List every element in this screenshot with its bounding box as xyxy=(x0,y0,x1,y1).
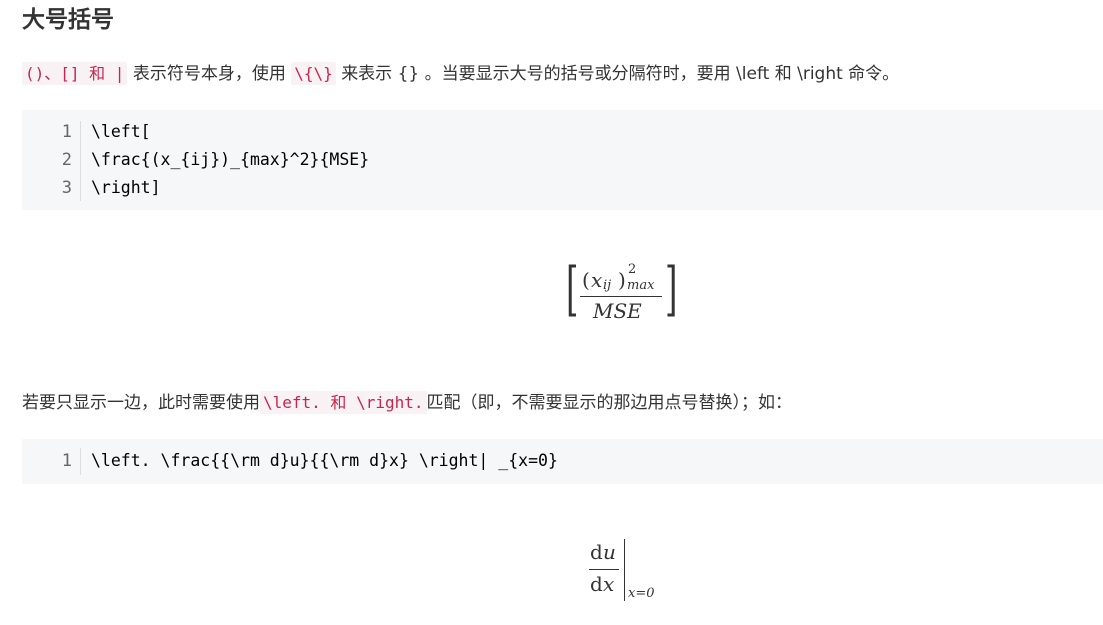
inline-code-braces: \{\} xyxy=(291,62,336,85)
numerator-subscript: max xyxy=(627,278,655,293)
line-number: 3 xyxy=(61,178,72,198)
code-block-brackets: 1 \left[ 2 \frac{(x_{ij})_{max}^2}{MSE} … xyxy=(22,110,1103,210)
numerator-variable-subscript: ij xyxy=(603,278,612,293)
numerator-variable: x xyxy=(591,268,603,292)
denominator-variable: x xyxy=(603,572,615,596)
rendered-formula-brackets: [ ( x ij ) 2 max MSE ] xyxy=(566,256,678,328)
numerator-d: d xyxy=(590,540,603,564)
code-text: \frac{(x_{ij})_{max}^2}{MSE} xyxy=(91,150,370,169)
numerator-left-paren: ( xyxy=(582,268,590,292)
left-square-bracket: [ xyxy=(566,255,579,323)
denominator-d: d xyxy=(590,572,603,596)
intro-paragraph: ()、[] 和 | 表示符号本身，使用 \{\} 来表示 {} 。当要显示大号的… xyxy=(22,61,899,87)
line-number-divider xyxy=(80,448,81,475)
evaluation-bar xyxy=(624,539,625,601)
paragraph-text: 匹配（即，不需要显示的那边用点号替换）；如： xyxy=(426,393,793,413)
one-side-paragraph: 若要只显示一边，此时需要使用 \left. 和 \right. 匹配（即，不需要显示… xyxy=(22,390,792,416)
paragraph-text: 若要只显示一边，此时需要使用 xyxy=(22,393,260,413)
fraction-bar xyxy=(589,569,619,570)
inline-code-left-right: \left. 和 \right. xyxy=(260,391,427,414)
code-text: \left[ xyxy=(91,122,151,141)
right-square-bracket: ] xyxy=(665,255,678,323)
paragraph-text: 来表示 {} 。当要显示大号的括号或分隔符时，要用 \left 和 \right… xyxy=(341,64,900,84)
evaluation-subscript: x=0 xyxy=(628,586,655,601)
section-heading: 大号括号 xyxy=(22,7,114,33)
line-number: 1 xyxy=(61,122,72,142)
line-number: 2 xyxy=(61,150,72,170)
line-number: 1 xyxy=(61,451,72,471)
numerator-superscript: 2 xyxy=(628,262,637,277)
rendered-formula-derivative: d u d x x=0 xyxy=(586,536,666,606)
code-text: \right] xyxy=(91,178,161,197)
inline-code-parens: ()、[] 和 | xyxy=(22,62,128,85)
numerator-right-paren: ) xyxy=(618,268,626,292)
code-text: \left. \frac{{\rm d}u}{{\rm d}x} \right|… xyxy=(91,451,558,470)
paragraph-text: 表示符号本身，使用 xyxy=(132,64,286,84)
code-block-derivative: 1 \left. \frac{{\rm d}u}{{\rm d}x} \righ… xyxy=(22,439,1103,484)
fraction-bar xyxy=(580,296,662,297)
numerator-variable: u xyxy=(603,540,616,564)
line-number-divider xyxy=(80,121,81,201)
denominator: MSE xyxy=(593,299,642,323)
